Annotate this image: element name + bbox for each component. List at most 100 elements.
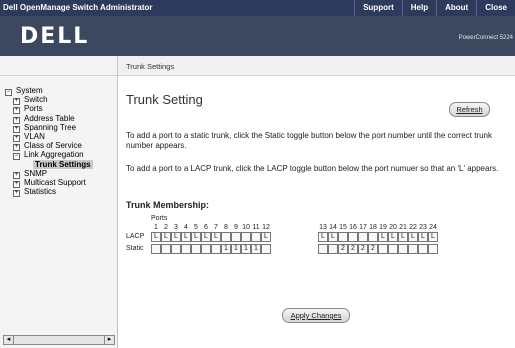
port-number: 11 [252,224,260,231]
static-toggle-port-8[interactable]: 1 [221,244,231,254]
tree-item-trunk-settings[interactable]: Trunk Settings [5,159,93,169]
port-number: 15 [339,224,347,231]
lacp-row-label: LACP [126,233,145,240]
port-number: 24 [429,224,437,231]
static-toggle-port-6[interactable] [201,244,211,254]
tree-item-class-of-service[interactable]: + Class of Service [5,141,93,152]
static-toggle-port-14[interactable] [328,244,338,254]
expand-icon[interactable]: + [13,190,20,198]
static-toggle-port-4[interactable] [181,244,191,254]
static-toggle-port-22[interactable] [408,244,418,254]
lacp-toggle-port-16[interactable] [348,232,358,242]
port-number: 10 [242,224,250,231]
lacp-toggle-port-6[interactable]: L [201,232,211,242]
scroll-left-icon[interactable]: ◂ [4,336,14,344]
static-toggle-port-3[interactable] [171,244,181,254]
lacp-toggle-port-11[interactable] [251,232,261,242]
static-toggle-port-12[interactable] [261,244,271,254]
tree-item-label: Link Aggregation [24,150,84,160]
tree-item-ports[interactable]: + Ports [5,104,93,115]
lacp-toggle-port-21[interactable]: L [398,232,408,242]
lacp-toggle-port-23[interactable]: L [418,232,428,242]
main-content: Trunk Setting Refresh To add a port to a… [118,76,515,348]
tree-item-switch[interactable]: + Switch [5,95,93,106]
lacp-toggle-port-18[interactable] [368,232,378,242]
tree-item-system[interactable]: − System [5,86,93,96]
static-toggle-port-23[interactable] [418,244,428,254]
tree-item-label: System [16,86,43,95]
menu-close[interactable]: Close [476,0,515,16]
lacp-toggle-port-13[interactable]: L [318,232,328,242]
static-toggle-port-18[interactable]: 2 [368,244,378,254]
port-number: 18 [369,224,377,231]
static-toggle-port-9[interactable]: 1 [231,244,241,254]
static-toggle-port-13[interactable] [318,244,328,254]
breadcrumb: Trunk Settings [126,62,175,71]
horizontal-scrollbar[interactable]: ◂ ▸ [3,335,115,345]
static-toggle-port-7[interactable] [211,244,221,254]
static-toggle-port-24[interactable] [428,244,438,254]
lacp-toggle-port-3[interactable]: L [171,232,181,242]
lacp-toggle-port-5[interactable]: L [191,232,201,242]
lacp-instructions: To add a port to a LACP trunk, click the… [126,164,499,173]
port-number: 8 [224,224,228,231]
menu-help[interactable]: Help [401,0,436,16]
lacp-toggle-port-15[interactable] [338,232,348,242]
lacp-toggle-port-14[interactable]: L [328,232,338,242]
lacp-toggle-port-2[interactable]: L [161,232,171,242]
lacp-toggle-port-7[interactable]: L [211,232,221,242]
scroll-right-icon[interactable]: ▸ [104,336,114,344]
lacp-toggle-port-17[interactable] [358,232,368,242]
lacp-toggle-port-12[interactable]: L [261,232,271,242]
tree-item-label: Class of Service [24,141,82,151]
ports-label: Ports [151,215,168,222]
static-toggle-port-5[interactable] [191,244,201,254]
tree-item-statistics[interactable]: + Statistics [5,187,93,198]
tree-item-label: Address Table [24,113,75,123]
title-bar: Dell OpenManage Switch Administrator Sup… [0,0,515,16]
nav-header [0,56,117,76]
tree-item-label: Switch [24,95,48,105]
lacp-toggle-port-1[interactable]: L [151,232,161,242]
static-toggle-port-10[interactable]: 1 [241,244,251,254]
lacp-toggle-port-24[interactable]: L [428,232,438,242]
static-toggle-port-17[interactable]: 2 [358,244,368,254]
tree-item-snmp[interactable]: + SNMP [5,169,93,179]
menu-about[interactable]: About [436,0,476,16]
lacp-toggle-port-10[interactable] [241,232,251,242]
port-number: 14 [329,224,337,231]
lacp-toggle-port-8[interactable] [221,232,231,242]
static-toggle-port-19[interactable] [378,244,388,254]
static-toggle-port-20[interactable] [388,244,398,254]
tree-item-vlan[interactable]: + VLAN [5,132,93,142]
product-name: PowerConnect 5224 [458,35,513,41]
tree-item-address-table[interactable]: + Address Table [5,113,93,124]
top-menu: Support Help About Close [354,0,515,16]
menu-support[interactable]: Support [354,0,402,16]
lacp-toggle-port-19[interactable]: L [378,232,388,242]
lacp-toggle-port-4[interactable]: L [181,232,191,242]
app-title: Dell OpenManage Switch Administrator [3,3,153,12]
lacp-toggle-port-9[interactable] [231,232,241,242]
tree-item-label: Trunk Settings [33,159,93,169]
port-number: 7 [214,224,218,231]
tree-item-link-aggregation[interactable]: − Link Aggregation [5,150,93,161]
static-toggle-port-2[interactable] [161,244,171,254]
tree-item-spanning-tree[interactable]: + Spanning Tree [5,122,93,133]
static-toggle-port-1[interactable] [151,244,161,254]
refresh-button[interactable]: Refresh [449,102,490,117]
lacp-toggle-port-20[interactable]: L [388,232,398,242]
static-toggle-port-11[interactable]: 1 [251,244,261,254]
static-toggle-port-21[interactable] [398,244,408,254]
static-toggle-port-15[interactable]: 2 [338,244,348,254]
port-number: 2 [164,224,168,231]
lacp-toggle-port-22[interactable]: L [408,232,418,242]
static-toggle-port-16[interactable]: 2 [348,244,358,254]
port-number: 17 [359,224,367,231]
tree-item-label: Spanning Tree [24,122,77,132]
port-number: 21 [399,224,407,231]
port-number: 3 [174,224,178,231]
apply-changes-button[interactable]: Apply Changes [282,308,350,323]
tree-item-multicast-support[interactable]: + Multicast Support [5,178,93,188]
port-number: 23 [419,224,427,231]
